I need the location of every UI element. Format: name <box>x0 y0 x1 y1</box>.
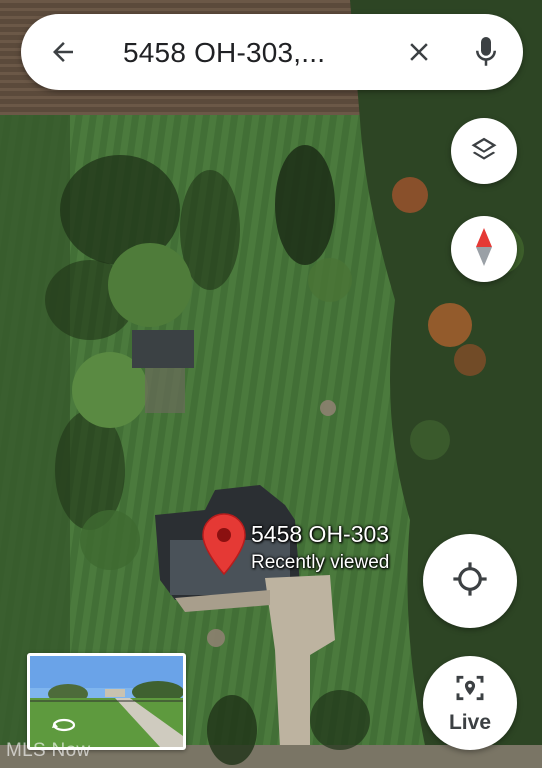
arrow-back-icon[interactable] <box>45 34 81 70</box>
360-rotate-icon <box>51 716 77 739</box>
place-title[interactable]: 5458 OH-303 <box>251 521 389 548</box>
search-input[interactable] <box>123 36 373 70</box>
live-view-button[interactable]: Live <box>423 656 517 750</box>
street-view-thumbnail[interactable] <box>27 653 186 750</box>
layers-icon <box>469 134 499 169</box>
watermark: MLS Now <box>6 740 91 761</box>
search-bar[interactable] <box>21 14 523 90</box>
layers-button[interactable] <box>451 118 517 184</box>
close-icon[interactable] <box>401 34 437 70</box>
map-pin-icon[interactable] <box>201 512 247 576</box>
my-location-button[interactable] <box>423 534 517 628</box>
live-label: Live <box>448 710 492 734</box>
my-location-icon <box>451 560 489 603</box>
live-view-icon <box>454 672 486 709</box>
mic-icon[interactable] <box>468 32 504 72</box>
place-subtitle: Recently viewed <box>251 552 390 573</box>
compass-button[interactable] <box>451 216 517 282</box>
compass-icon <box>472 226 496 273</box>
